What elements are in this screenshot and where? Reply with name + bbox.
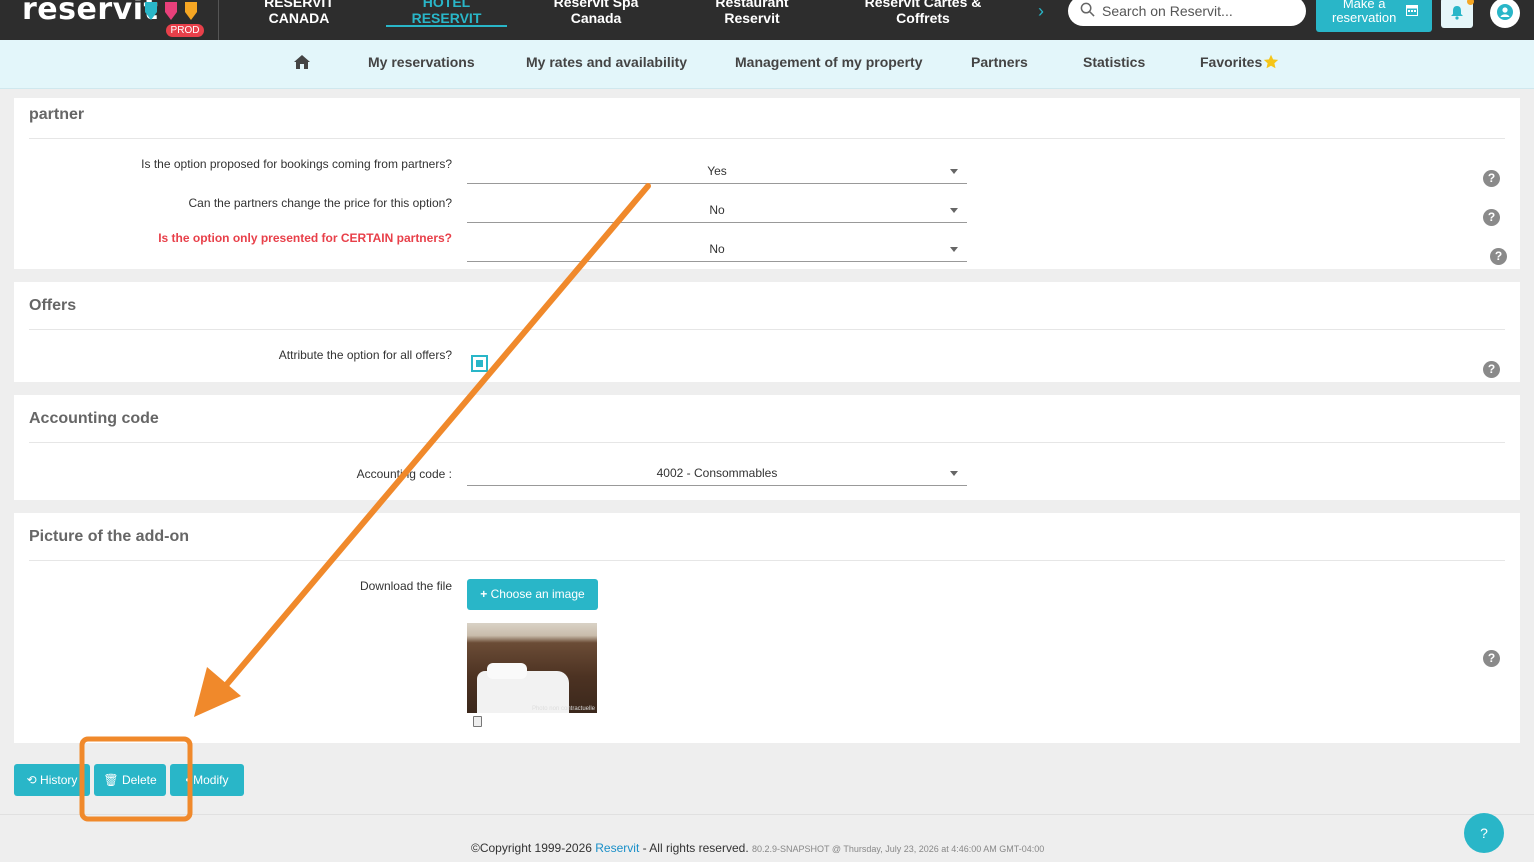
caret-down-icon <box>950 247 958 252</box>
reservit-link[interactable]: Reservit <box>595 841 639 855</box>
help-icon[interactable]: ? <box>1483 361 1500 378</box>
rights-text: - All rights reserved. <box>642 841 749 855</box>
tab-label: HOTEL <box>422 0 471 10</box>
bell-icon <box>1451 6 1463 20</box>
top-bar: reservit PROD RESERVIT CANADA HOTEL RESE… <box>0 0 1534 40</box>
picture-panel: Picture of the add-on Download the file … <box>14 513 1520 743</box>
divider <box>29 138 1505 139</box>
accounting-code-select[interactable]: 4002 - Consommables <box>467 462 967 486</box>
question-label: Attribute the option for all offers? <box>278 348 452 362</box>
button-label: Modify <box>193 773 229 787</box>
logo-pins-icon <box>145 2 197 20</box>
tab-label: Restaurant <box>715 0 789 10</box>
active-tab-underline <box>386 25 507 27</box>
tab-reservit-cartes[interactable]: Reservit Cartes & Coffrets <box>858 0 988 26</box>
trash-icon: 🗑 <box>103 773 119 787</box>
trash-icon[interactable] <box>473 716 482 727</box>
partner-panel: partner Is the option proposed for booki… <box>14 98 1520 269</box>
tab-label: RESERVIT <box>411 10 482 26</box>
tab-label: Coffrets <box>896 10 950 26</box>
help-icon[interactable]: ? <box>1483 209 1500 226</box>
addon-picture-thumbnail[interactable]: Photo non contractuelle <box>467 623 597 713</box>
copyright-text: ©Copyright 1999-2026 <box>471 841 592 855</box>
divider <box>29 560 1505 561</box>
button-label: reservation <box>1332 10 1397 25</box>
accounting-code-label: Accounting code : <box>356 467 452 481</box>
help-icon[interactable]: ? <box>1483 650 1500 667</box>
partner-certain-select[interactable]: No <box>467 238 967 262</box>
search-placeholder: Search on Reservit... <box>1102 3 1233 19</box>
accounting-panel: Accounting code Accounting code : 4002 -… <box>14 395 1520 500</box>
divider <box>218 0 219 40</box>
user-avatar[interactable] <box>1490 0 1520 28</box>
divider <box>29 329 1505 330</box>
panel-title: partner <box>29 106 85 123</box>
history-icon: ⟲ <box>26 773 37 787</box>
nav-statistics[interactable]: Statistics <box>1083 54 1145 70</box>
select-value: No <box>709 203 725 217</box>
caret-down-icon <box>950 208 958 213</box>
tab-reservit-canada[interactable]: RESERVIT CANADA <box>254 0 344 26</box>
nav-partners[interactable]: Partners <box>971 54 1028 70</box>
search-icon <box>1080 2 1095 17</box>
download-file-label: Download the file <box>359 579 452 593</box>
tab-label: CANADA <box>268 10 330 26</box>
env-badge: PROD <box>166 24 204 37</box>
tab-label: Reservit Cartes & <box>864 0 982 10</box>
question-label-warning: Is the option only presented for CERTAIN… <box>158 231 452 245</box>
footer: ©Copyright 1999-2026 Reservit - All righ… <box>471 841 1044 855</box>
select-value: Yes <box>707 164 727 178</box>
help-icon[interactable]: ? <box>1483 170 1500 187</box>
partner-change-price-select[interactable]: No <box>467 199 967 223</box>
caret-down-icon <box>950 471 958 476</box>
make-reservation-button[interactable]: Make a reservation <box>1316 0 1432 32</box>
divider <box>0 814 1534 815</box>
question-label: Can the partners change the price for th… <box>188 196 453 210</box>
panel-title: Picture of the add-on <box>29 528 189 545</box>
divider <box>29 442 1505 443</box>
panel-title: Accounting code <box>29 410 159 427</box>
tab-label: Reservit Spa <box>553 0 639 10</box>
offers-panel: Offers Attribute the option for all offe… <box>14 282 1520 382</box>
modify-button[interactable]: • Modify <box>170 764 244 796</box>
nav-favorites[interactable]: Favorites <box>1200 54 1262 70</box>
button-label: History <box>40 773 78 787</box>
tab-hotel-reservit[interactable]: HOTEL RESERVIT <box>386 0 507 26</box>
panel-title: Offers <box>29 297 77 314</box>
choose-image-button[interactable]: + Choose an image <box>467 579 598 610</box>
pencil-icon: • <box>185 773 190 787</box>
pillow-shape <box>487 663 527 679</box>
tab-label: RESERVIT <box>264 0 334 10</box>
help-icon[interactable]: ? <box>1490 248 1507 265</box>
calendar-icon <box>1406 5 1418 16</box>
caret-down-icon <box>950 169 958 174</box>
home-icon[interactable] <box>293 54 311 70</box>
help-chat-button[interactable]: ? <box>1464 813 1504 853</box>
select-value: No <box>709 242 725 256</box>
version-text: 80.2.9-SNAPSHOT @ Thursday, July 23, 202… <box>752 844 1045 854</box>
star-icon <box>1263 54 1279 69</box>
search-input[interactable]: Search on Reservit... <box>1068 0 1306 26</box>
plus-icon: + <box>480 587 488 601</box>
nav-my-reservations[interactable]: My reservations <box>368 54 475 70</box>
nav-my-rates[interactable]: My rates and availability <box>526 54 687 70</box>
select-value: 4002 - Consommables <box>656 466 778 480</box>
all-offers-checkbox[interactable] <box>471 355 488 372</box>
reservit-logo[interactable]: reservit <box>22 0 158 27</box>
history-button[interactable]: ⟲ History <box>14 764 90 796</box>
user-icon <box>1497 4 1513 20</box>
nav-management-property[interactable]: Management of my property <box>735 54 922 70</box>
delete-button[interactable]: 🗑 Delete <box>94 764 166 796</box>
thumbnail-caption: Photo non contractuelle <box>531 706 595 712</box>
tab-label: Canada <box>570 10 622 26</box>
tab-restaurant-reservit[interactable]: Restaurant Reservit <box>702 0 802 26</box>
partner-bookings-select[interactable]: Yes <box>467 160 967 184</box>
button-label: Choose an image <box>490 587 585 601</box>
tab-reservit-spa[interactable]: Reservit Spa Canada <box>541 0 651 26</box>
sub-navigation: My reservations My rates and availabilit… <box>0 40 1534 89</box>
tab-label: Reservit <box>724 10 780 26</box>
button-label: Delete <box>121 773 157 787</box>
question-label: Is the option proposed for bookings comi… <box>141 157 452 171</box>
chevron-right-icon[interactable]: › <box>1038 1 1044 22</box>
